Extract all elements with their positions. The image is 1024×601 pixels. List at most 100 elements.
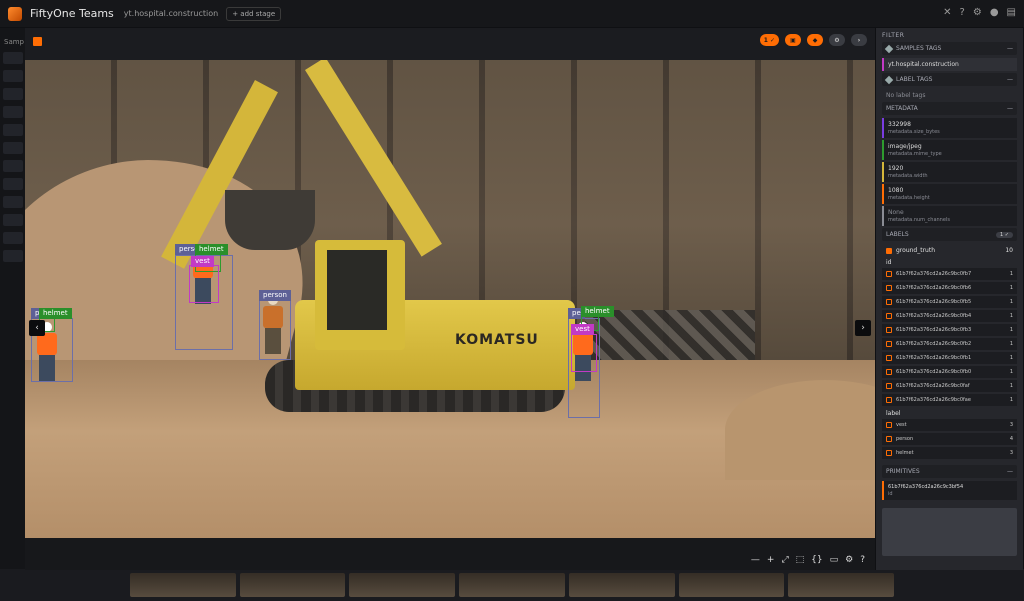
label-id-row[interactable]: 61b7f62a376cd2a26c9bc0fb1 1 xyxy=(882,352,1017,364)
samples-tags-section[interactable]: SAMPLES TAGS — xyxy=(882,42,1017,55)
label-id-row[interactable]: 61b7f62a376cd2a26c9bc0fb2 1 xyxy=(882,338,1017,350)
labels-label: LABELS xyxy=(886,231,909,238)
zoom-out-icon[interactable]: — xyxy=(751,555,760,565)
samples-tags-label: SAMPLES TAGS xyxy=(896,45,942,52)
label-id-row[interactable]: 61b7f62a376cd2a26c9bc0fb7 1 xyxy=(882,268,1017,280)
grid-thumbnail[interactable] xyxy=(349,573,456,597)
helmet-tag: helmet xyxy=(581,306,614,317)
primitives-label: PRIMITIVES xyxy=(886,468,920,475)
label-id-row[interactable]: 61b7f62a376cd2a26c9bc0fae 1 xyxy=(882,394,1017,406)
background-grid xyxy=(0,569,1024,601)
settings-icon[interactable]: ⚙ xyxy=(845,555,853,565)
grid-thumbnail[interactable] xyxy=(788,573,895,597)
fiftyone-logo-icon[interactable] xyxy=(8,6,22,21)
previous-sample-arrow-icon[interactable]: ‹ xyxy=(29,320,45,336)
grid-thumbnail[interactable] xyxy=(130,573,236,597)
select-sample-checkbox[interactable] xyxy=(33,37,42,46)
vest-bbox[interactable] xyxy=(571,334,597,372)
display-options-icon[interactable]: ▭ xyxy=(830,555,839,565)
metadata-section[interactable]: METADATA — xyxy=(882,102,1017,115)
primitive-id-value: 61b7f62a376cd2a26c9c3bf54 xyxy=(888,484,964,490)
vest-tag: vest xyxy=(191,256,214,267)
helmet-tag: helmet xyxy=(195,244,228,255)
label-class-row[interactable]: helmet 3 xyxy=(882,447,1017,459)
background-sidebar: Samp xyxy=(0,28,26,601)
grid-thumbnail[interactable] xyxy=(678,573,785,597)
json-icon[interactable]: {} xyxy=(811,555,822,565)
fullscreen-icon[interactable]: ⬚ xyxy=(796,555,805,565)
dataset-selector[interactable]: yt.hospital.construction xyxy=(124,9,218,18)
help-icon[interactable]: ? xyxy=(960,7,965,18)
sample-tag-value: yt.hospital.construction xyxy=(888,61,959,68)
background-label: Samp xyxy=(4,38,24,46)
primitive-id-key: id xyxy=(888,491,893,497)
ground-truth-checkbox[interactable] xyxy=(886,247,892,254)
label-class-row[interactable]: person 4 xyxy=(882,433,1017,445)
label-id-row[interactable]: 61b7f62a376cd2a26c9bc0fb3 1 xyxy=(882,324,1017,336)
metadata-label: METADATA xyxy=(886,105,918,112)
zoom-in-icon[interactable]: + xyxy=(767,555,775,565)
tag-icon xyxy=(884,75,894,84)
metadata-item: None metadata.num_channels xyxy=(882,206,1017,226)
docs-icon[interactable]: ▤ xyxy=(1007,7,1016,18)
sidebar-empty-panel xyxy=(882,508,1017,556)
primitives-section[interactable]: PRIMITIVES — xyxy=(882,465,1017,478)
image-viewer[interactable]: KOMATSU person helmet vest person helmet… xyxy=(25,60,875,538)
add-stage-button[interactable]: + add stage xyxy=(226,6,282,21)
settings-button[interactable]: ⚙ xyxy=(829,34,845,46)
filter-sidebar: FILTER SAMPLES TAGS — yt.hospital.constr… xyxy=(875,28,1023,570)
person-bbox[interactable] xyxy=(259,300,291,360)
metadata-item: 1920 metadata.width xyxy=(882,162,1017,182)
label-id-row[interactable]: 61b7f62a376cd2a26c9bc0fb6 1 xyxy=(882,282,1017,294)
grid-thumbnail[interactable] xyxy=(459,573,565,597)
close-icon[interactable]: ✕ xyxy=(943,7,951,18)
collapse-icon[interactable]: — xyxy=(1007,45,1013,52)
construction-photo: KOMATSU xyxy=(25,60,875,538)
metadata-item: 332998 metadata.size_bytes xyxy=(882,118,1017,138)
github-icon[interactable]: ● xyxy=(990,7,999,18)
excavator-brand: KOMATSU xyxy=(455,332,539,348)
label-tags-section[interactable]: LABEL TAGS — xyxy=(882,73,1017,86)
ground-truth-label: ground_truth xyxy=(896,247,936,254)
viewer-toolbar: — + ⤢ ⬚ {} ▭ ⚙ ? xyxy=(25,538,875,570)
grid-thumbnail[interactable] xyxy=(239,573,346,597)
label-id-row[interactable]: 61b7f62a376cd2a26c9bc0fb0 1 xyxy=(882,366,1017,378)
ground-truth-field[interactable]: ground_truth 10 xyxy=(882,244,1017,257)
label-id-row[interactable]: 61b7f62a376cd2a26c9bc0fb4 1 xyxy=(882,310,1017,322)
label-class-row[interactable]: vest 3 xyxy=(882,419,1017,431)
person-tag: person xyxy=(259,290,291,301)
no-label-tags-text: No label tags xyxy=(886,92,926,99)
header-actions: 1 ✓ ▣ ◆ ⚙ › xyxy=(759,34,867,46)
sample-modal: 1 ✓ ▣ ◆ ⚙ › KOMATSU person helmet vest p… xyxy=(25,28,1023,570)
collapse-icon[interactable]: — xyxy=(1007,105,1013,112)
top-bar: FiftyOne Teams yt.hospital.construction … xyxy=(0,0,1024,27)
selected-count-button[interactable]: 1 ✓ xyxy=(759,34,779,46)
collapse-icon[interactable]: — xyxy=(1007,468,1013,475)
modal-header: 1 ✓ ▣ ◆ ⚙ › xyxy=(25,28,875,60)
label-tags-label: LABEL TAGS xyxy=(896,76,933,83)
sample-tag-item[interactable]: yt.hospital.construction xyxy=(882,58,1017,71)
labels-selected-pill[interactable]: 1 ✓ xyxy=(996,231,1013,238)
settings-icon[interactable]: ⚙ xyxy=(973,7,982,18)
grid-thumbnail[interactable] xyxy=(568,573,675,597)
next-sample-arrow-icon[interactable]: › xyxy=(855,320,871,336)
primitive-id-item: 61b7f62a376cd2a26c9c3bf54 id xyxy=(882,481,1017,500)
tag-button[interactable]: ◆ xyxy=(807,34,823,46)
id-subheader: id xyxy=(886,259,892,266)
collapse-icon[interactable]: — xyxy=(1007,76,1013,83)
label-id-row[interactable]: 61b7f62a376cd2a26c9bc0fb5 1 xyxy=(882,296,1017,308)
next-button[interactable]: › xyxy=(851,34,867,46)
top-right-icons: ✕ ? ⚙ ● ▤ xyxy=(943,7,1016,18)
help-icon[interactable]: ? xyxy=(860,555,865,565)
label-subheader: label xyxy=(886,410,901,417)
vest-bbox[interactable] xyxy=(189,265,219,303)
label-id-row[interactable]: 61b7f62a376cd2a26c9bc0faf 1 xyxy=(882,380,1017,392)
save-button[interactable]: ▣ xyxy=(785,34,801,46)
vest-tag: vest xyxy=(571,324,594,335)
app-title: FiftyOne Teams xyxy=(30,7,114,20)
labels-section[interactable]: LABELS 1 ✓ xyxy=(882,228,1017,241)
crop-icon[interactable]: ⤢ xyxy=(781,555,788,565)
metadata-item: image/jpeg metadata.mime_type xyxy=(882,140,1017,160)
tag-icon xyxy=(884,44,894,53)
metadata-item: 1080 metadata.height xyxy=(882,184,1017,204)
